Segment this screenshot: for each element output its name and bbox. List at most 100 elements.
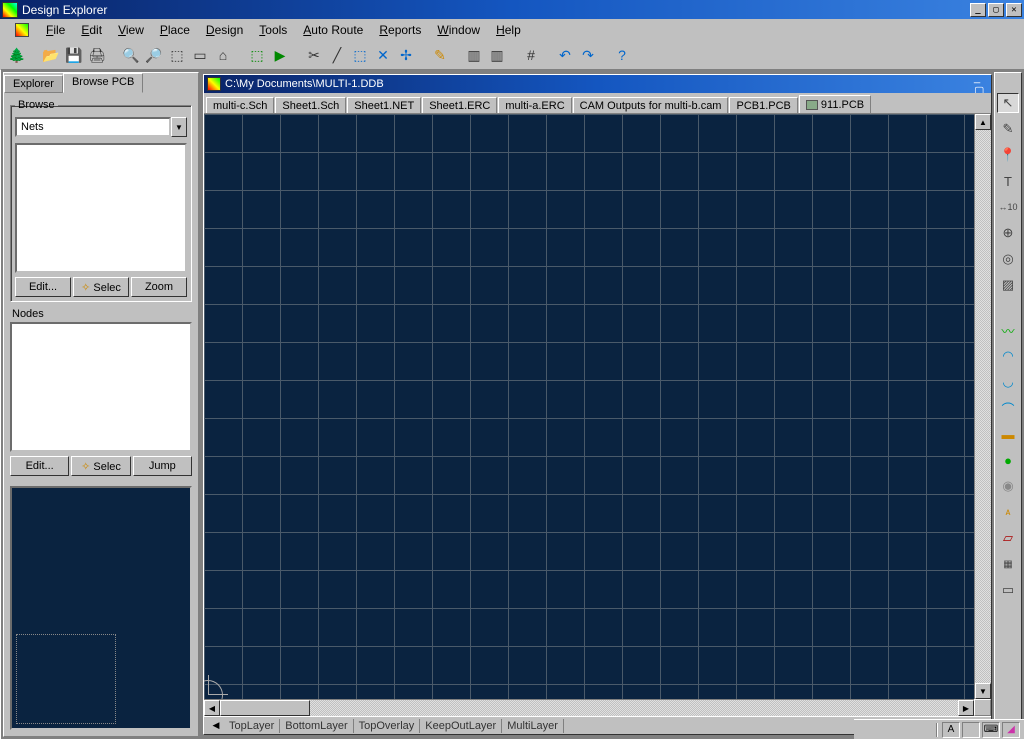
menu-tools[interactable]: Tools [251,21,295,39]
select-button[interactable]: ✧ Selec [73,277,129,297]
scroll-corner [974,699,991,716]
scroll-up-icon[interactable]: ▲ [975,114,991,130]
doc-tab[interactable]: multi-c.Sch [206,97,274,114]
tool-origin-icon[interactable]: ⊕ [997,223,1019,243]
layer-tab[interactable]: BottomLayer [280,719,353,733]
status-eraser-icon[interactable]: ◢ [1002,722,1020,738]
tool-string-icon[interactable]: ᴀ [997,502,1019,522]
tool-hatch-icon[interactable]: ▨ [997,275,1019,295]
tool-pad-icon[interactable]: ● [997,450,1019,470]
tab-browse-pcb[interactable]: Browse PCB [63,73,143,93]
toolbar-line-icon[interactable]: ╱ [326,44,348,66]
toolbar-select-icon[interactable]: ⬚ [246,44,268,66]
layer-tab[interactable]: TopOverlay [354,719,421,733]
tool-component-icon[interactable]: ▭ [997,580,1019,600]
vertical-scrollbar[interactable]: ▲ ▼ [974,114,991,699]
doc-minimize-button[interactable]: _ [974,72,988,84]
horizontal-scrollbar[interactable]: ◀ ▶ [204,699,974,716]
menu-design[interactable]: Design [198,21,251,39]
toolbar-tree-icon[interactable]: 🌲 [6,44,28,66]
browse-combo[interactable] [15,117,171,137]
scroll-left-icon[interactable]: ◀ [204,700,220,716]
tool-track-icon[interactable]: 〰 [997,320,1019,340]
toolbar-home-icon[interactable]: ⌂ [212,44,234,66]
toolbar-zoom-area-icon[interactable]: ⬚ [166,44,188,66]
doc-tab[interactable]: PCB1.PCB [729,97,797,114]
toolbar-open-icon[interactable]: 📂 [40,44,62,66]
layer-tab[interactable]: KeepOutLayer [420,719,502,733]
scroll-right-icon[interactable]: ▶ [958,700,974,716]
doc-tab[interactable]: Sheet1.ERC [422,97,497,114]
tool-pin-icon[interactable]: 📍 [997,145,1019,165]
toolbar-redo-icon[interactable]: ↷ [577,44,599,66]
pcb-canvas[interactable] [204,114,974,699]
menu-edit[interactable]: Edit [73,21,110,39]
menu-auto-route[interactable]: Auto Route [295,21,371,39]
edit-node-button[interactable]: Edit... [10,456,69,476]
close-button[interactable]: ✕ [1006,3,1022,17]
menu-reports[interactable]: Reports [371,21,429,39]
tool-target-icon[interactable]: ◎ [997,249,1019,269]
tool-array-icon[interactable]: ▦ [997,554,1019,574]
doc-tab[interactable]: Sheet1.NET [347,97,421,114]
hscroll-thumb[interactable] [220,700,310,716]
layer-nav-left-icon[interactable]: ◀ [208,720,224,731]
status-keyboard-icon[interactable]: ⌨ [982,722,1000,738]
tool-text-icon[interactable]: T [997,171,1019,191]
status-ind-a[interactable]: A [942,722,960,738]
layer-tab[interactable]: MultiLayer [502,719,564,733]
scroll-down-icon[interactable]: ▼ [975,683,991,699]
toolbar-book1-icon[interactable]: ▥ [463,44,485,66]
tool-arc3-icon[interactable]: ⌒ [997,398,1019,418]
menu-place[interactable]: Place [152,21,198,39]
menu-window[interactable]: Window [429,21,488,39]
toolbar-cut-icon[interactable]: ✂ [303,44,325,66]
toolbar-book2-icon[interactable]: ▥ [486,44,508,66]
tool-fill-icon[interactable]: ▬ [997,424,1019,444]
tool-arrow-icon[interactable]: ↖ [997,93,1019,113]
tool-arc2-icon[interactable]: ◡ [997,372,1019,392]
status-ind-blank[interactable] [962,722,980,738]
layer-tab[interactable]: TopLayer [224,719,280,733]
edit-button[interactable]: Edit... [15,277,71,297]
minimize-button[interactable]: _ [970,3,986,17]
doc-tab[interactable]: multi-a.ERC [498,97,571,114]
nets-listbox[interactable] [15,143,187,273]
browse-combo-drop-icon[interactable]: ▼ [171,117,187,137]
doc-tab[interactable]: Sheet1.Sch [275,97,346,114]
menu-help[interactable]: Help [488,21,529,39]
toolbar-rect-select-icon[interactable]: ⬚ [349,44,371,66]
toolbar-zoom-in-icon[interactable]: 🔍 [120,44,142,66]
toolbar-print-icon[interactable]: 🖨 [86,44,108,66]
nodes-listbox[interactable] [10,322,192,452]
toolbar-move-icon[interactable]: ✢ [395,44,417,66]
vscroll-track[interactable] [975,130,991,683]
toolbar-fit-icon[interactable]: ▭ [189,44,211,66]
tool-poly-icon[interactable]: ▱ [997,528,1019,548]
doc-tab[interactable]: CAM Outputs for multi-b.cam [573,97,729,114]
toolbar-undo-icon[interactable]: ↶ [554,44,576,66]
select-node-button[interactable]: ✧ Selec [71,456,130,476]
doc-tab[interactable]: 911.PCB [799,95,871,114]
tab-explorer[interactable]: Explorer [4,75,63,93]
toolbar-grid-icon[interactable]: # [520,44,542,66]
toolbar-run-icon[interactable]: ▶ [269,44,291,66]
tool-arc1-icon[interactable]: ◠ [997,346,1019,366]
zoom-button[interactable]: Zoom [131,277,187,297]
doc-tab-label: multi-c.Sch [213,100,267,112]
toolbar-zoom-out-icon[interactable]: 🔎 [143,44,165,66]
menu-view[interactable]: View [110,21,152,39]
menu-file[interactable]: File [38,21,73,39]
jump-button[interactable]: Jump [133,456,192,476]
tool-pencil-icon[interactable]: ✎ [997,119,1019,139]
tool-via-icon[interactable]: ◉ [997,476,1019,496]
toolbar-save-icon[interactable]: 💾 [63,44,85,66]
hscroll-track[interactable] [220,700,958,716]
board-preview[interactable] [10,486,192,730]
toolbar-deselect-icon[interactable]: ✕ [372,44,394,66]
toolbar-help-icon[interactable]: ? [611,44,633,66]
browse-group: Browse ▼ Edit... ✧ Selec Zoom [10,99,192,302]
maximize-button[interactable]: ▢ [988,3,1004,17]
toolbar-highlight-icon[interactable]: ✎ [429,44,451,66]
tool-dimension-icon[interactable]: ↔10 [997,197,1019,217]
